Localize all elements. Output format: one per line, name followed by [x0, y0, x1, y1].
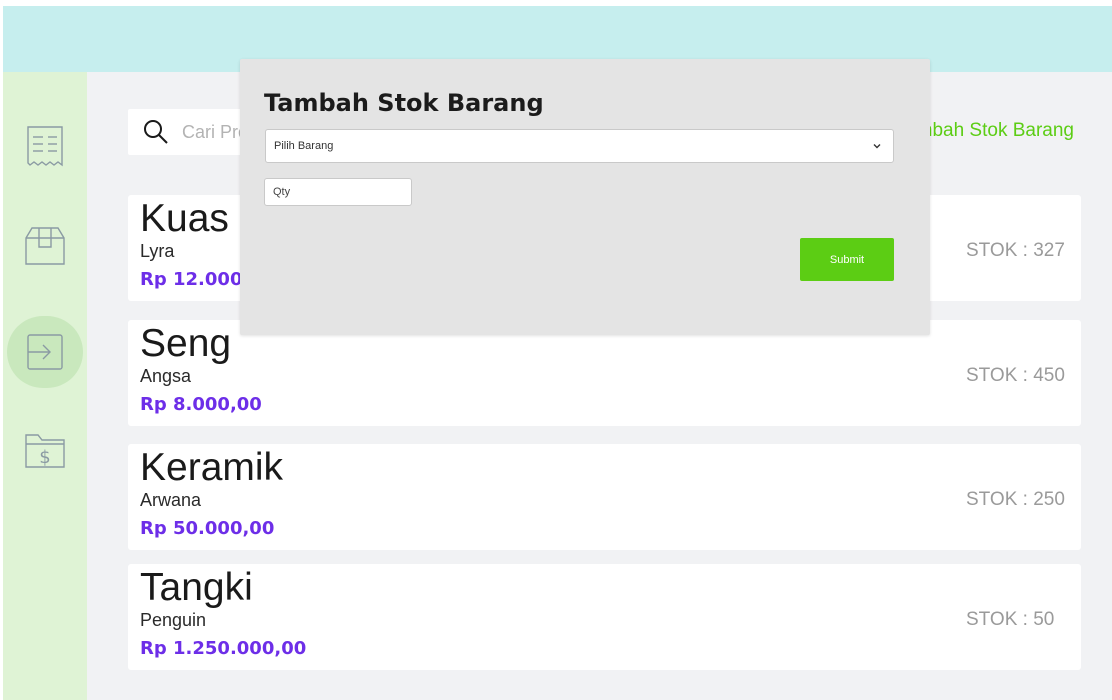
product-name: Keramik [140, 446, 284, 489]
product-stock: STOK : 450 [966, 365, 1065, 386]
product-price: Rp 50.000,00 [140, 518, 275, 539]
product-stock: STOK : 250 [966, 489, 1065, 510]
product-stock: STOK : 50 [966, 609, 1055, 630]
sidebar-item-products[interactable] [7, 210, 83, 282]
product-price: Rp 8.000,00 [140, 394, 262, 415]
sidebar-item-stock-in[interactable] [7, 316, 83, 388]
product-brand: Lyra [140, 241, 175, 261]
sidebar: $ [3, 72, 87, 700]
product-price: Rp 1.250.000,00 [140, 638, 307, 659]
add-stock-modal: Tambah Stok Barang Pilih Barang Submit [240, 59, 930, 335]
product-brand: Angsa [140, 366, 192, 386]
money-folder-icon: $ [25, 434, 65, 468]
product-card[interactable]: Keramik Arwana Rp 50.000,00 STOK : 250 [128, 444, 1081, 550]
product-card[interactable]: Seng Angsa Rp 8.000,00 STOK : 450 [128, 320, 1081, 426]
product-name: Seng [140, 322, 232, 365]
receipt-icon [27, 126, 63, 167]
product-select-value: Pilih Barang [274, 140, 334, 152]
box-icon [25, 227, 65, 265]
sidebar-item-finance[interactable]: $ [7, 414, 83, 486]
product-card[interactable]: Tangki Penguin Rp 1.250.000,00 STOK : 50 [128, 564, 1081, 670]
stock-in-icon [27, 334, 63, 370]
product-name: Kuas [140, 197, 229, 240]
search-icon [144, 120, 168, 144]
product-brand: Penguin [140, 610, 207, 630]
modal-title: Tambah Stok Barang [264, 89, 544, 117]
submit-button[interactable]: Submit [800, 238, 894, 281]
chevron-down-icon [873, 144, 881, 149]
qty-input[interactable] [264, 178, 412, 206]
svg-text:$: $ [39, 447, 50, 468]
product-brand: Arwana [140, 490, 202, 510]
sidebar-item-transactions[interactable] [7, 110, 83, 182]
product-name: Tangki [140, 566, 253, 609]
product-select[interactable]: Pilih Barang [265, 129, 894, 163]
product-stock: STOK : 327 [966, 240, 1065, 261]
